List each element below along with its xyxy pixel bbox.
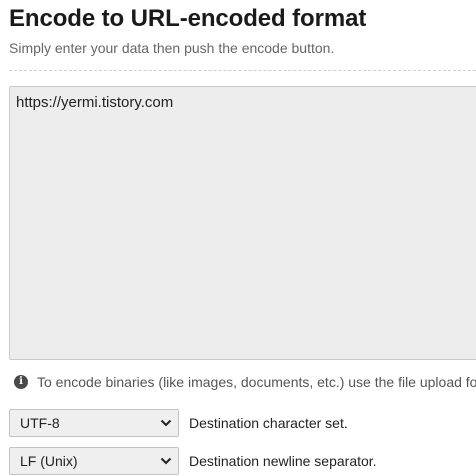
charset-select-value: UTF-8 — [20, 415, 60, 431]
page: Encode to URL-encoded format Simply ente… — [0, 0, 476, 476]
info-note: i To encode binaries (like images, docum… — [14, 373, 476, 391]
data-input-textarea[interactable]: https://yermi.tistory.com — [9, 86, 476, 360]
newline-select[interactable]: LF (Unix) — [9, 447, 179, 475]
page-subtitle: Simply enter your data then push the enc… — [9, 40, 335, 56]
newline-label: Destination newline separator. — [189, 453, 377, 469]
chevron-down-icon — [160, 457, 172, 465]
chevron-down-icon — [160, 419, 172, 427]
charset-select[interactable]: UTF-8 — [9, 409, 179, 437]
divider — [9, 70, 476, 71]
info-icon: i — [14, 375, 28, 389]
info-text: To encode binaries (like images, documen… — [37, 374, 476, 390]
page-title: Encode to URL-encoded format — [9, 5, 367, 32]
newline-select-value: LF (Unix) — [20, 453, 78, 469]
charset-label: Destination character set. — [189, 415, 348, 431]
